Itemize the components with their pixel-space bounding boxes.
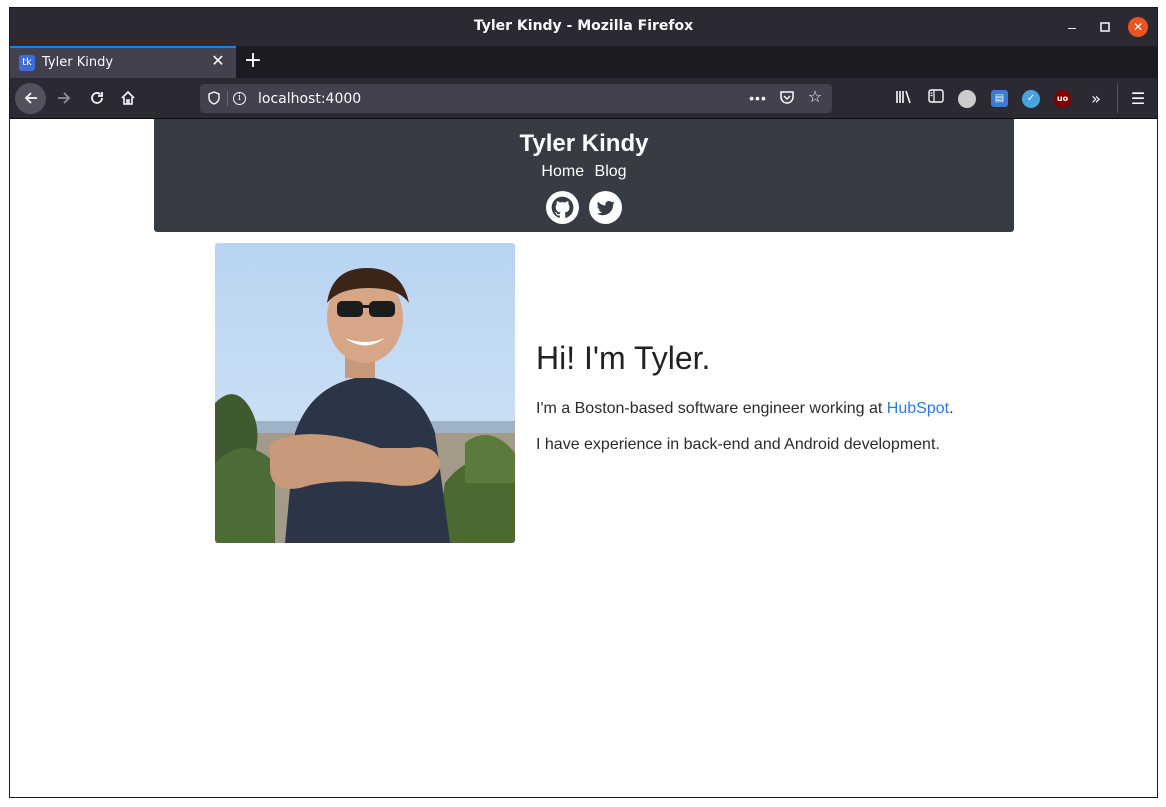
pocket-icon[interactable] bbox=[778, 89, 796, 107]
tab-title: Tyler Kindy bbox=[42, 55, 114, 70]
intro-line1-period: . bbox=[949, 400, 954, 418]
maximize-icon bbox=[1100, 22, 1110, 32]
forward-arrow-icon bbox=[58, 92, 71, 104]
site-header: Tyler Kindy Home Blog bbox=[154, 119, 1014, 232]
extension-feather-icon[interactable]: ✓ bbox=[1022, 90, 1040, 108]
title-bar: Tyler Kindy - Mozilla Firefox – ✕ bbox=[10, 8, 1157, 46]
hamburger-menu-icon[interactable]: ☰ bbox=[1128, 89, 1148, 109]
tracking-protection-shield-icon[interactable] bbox=[205, 89, 223, 107]
site-title[interactable]: Tyler Kindy bbox=[154, 130, 1014, 158]
ublock-origin-icon[interactable]: uo bbox=[1054, 90, 1071, 108]
intro-line1-text: I'm a Boston-based software engineer wor… bbox=[536, 400, 887, 418]
shield-icon bbox=[208, 91, 220, 105]
intro-paragraph-1: I'm a Boston-based software engineer wor… bbox=[536, 399, 1096, 418]
back-arrow-icon bbox=[24, 92, 37, 104]
account-avatar-icon[interactable] bbox=[958, 90, 976, 108]
hubspot-link[interactable]: HubSpot bbox=[887, 400, 949, 417]
bookmark-star-icon[interactable]: ☆ bbox=[806, 89, 824, 107]
browser-window: Tyler Kindy - Mozilla Firefox – ✕ tk Tyl… bbox=[9, 7, 1158, 798]
page-content: Tyler Kindy Home Blog Hi! I'm Tyler. I'm… bbox=[10, 119, 1157, 797]
overflow-chevron-icon[interactable]: » bbox=[1086, 89, 1106, 109]
profile-photo bbox=[215, 243, 515, 543]
url-input[interactable] bbox=[258, 89, 738, 109]
social-links bbox=[154, 191, 1014, 225]
intro-heading: Hi! I'm Tyler. bbox=[536, 340, 711, 376]
maximize-button[interactable] bbox=[1095, 17, 1115, 37]
urlbar-separator bbox=[227, 91, 228, 106]
page-actions-more-icon[interactable]: ••• bbox=[749, 89, 767, 107]
home-button[interactable] bbox=[114, 84, 142, 112]
tab-bar: tk Tyler Kindy ✕ + bbox=[10, 46, 1157, 78]
library-glyph bbox=[896, 90, 911, 104]
url-bar[interactable]: i ••• ☆ bbox=[200, 84, 832, 113]
pocket-glyph bbox=[780, 91, 794, 104]
intro-section: Hi! I'm Tyler. I'm a Boston-based softwa… bbox=[536, 339, 1096, 470]
home-icon bbox=[121, 90, 135, 105]
back-button[interactable] bbox=[15, 83, 46, 114]
reload-icon bbox=[91, 92, 103, 104]
site-info-icon[interactable]: i bbox=[233, 92, 246, 105]
forward-button[interactable] bbox=[50, 84, 78, 112]
extension-icon[interactable]: ▤ bbox=[991, 90, 1008, 107]
tab-close-icon[interactable]: ✕ bbox=[209, 53, 227, 71]
sidebar-glyph bbox=[928, 89, 944, 103]
minimize-button[interactable]: – bbox=[1062, 17, 1082, 37]
window-title: Tyler Kindy - Mozilla Firefox bbox=[473, 18, 694, 34]
favicon-icon: tk bbox=[19, 55, 35, 71]
nav-link-home[interactable]: Home bbox=[541, 163, 584, 180]
library-icon[interactable] bbox=[894, 89, 914, 109]
tab-tyler-kindy[interactable]: tk Tyler Kindy ✕ bbox=[10, 46, 236, 78]
github-icon[interactable] bbox=[545, 191, 579, 224]
reload-button[interactable] bbox=[83, 84, 111, 112]
intro-paragraph-2: I have experience in back-end and Androi… bbox=[536, 435, 940, 453]
new-tab-button[interactable]: + bbox=[242, 50, 264, 73]
profile-photo-image bbox=[215, 243, 515, 543]
nav-toolbar: i ••• ☆ ▤ ✓ uo » ☰ bbox=[10, 78, 1157, 119]
nav-link-blog[interactable]: Blog bbox=[595, 163, 627, 180]
twitter-icon[interactable] bbox=[589, 191, 623, 224]
close-window-button[interactable]: ✕ bbox=[1128, 17, 1148, 37]
site-nav: Home Blog bbox=[154, 163, 1014, 181]
toolbar-divider bbox=[1117, 83, 1118, 113]
sidebar-toggle-icon[interactable] bbox=[926, 89, 946, 109]
